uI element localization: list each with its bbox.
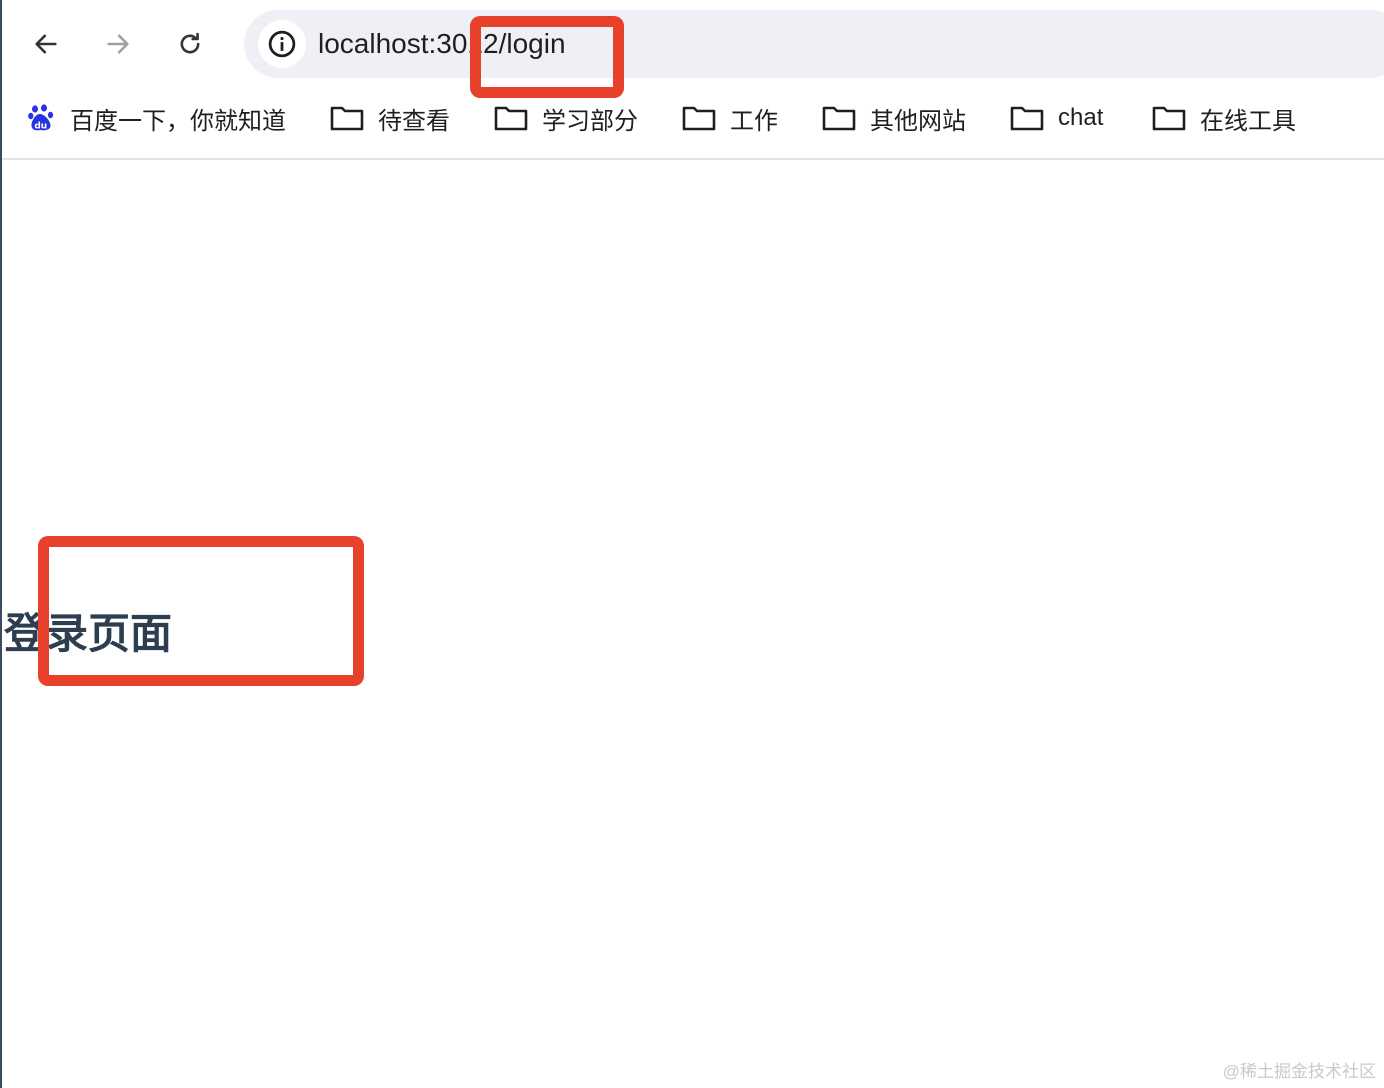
folder-icon [330, 105, 364, 131]
bookmark-label: 其他网站 [870, 107, 966, 135]
bookmark-folder-online-tools[interactable]: 在线工具 [1152, 88, 1296, 148]
folder-icon [822, 105, 856, 131]
address-bar[interactable]: localhost:3012/login [244, 10, 1384, 78]
heading-highlight-box [38, 536, 364, 686]
baidu-paw-icon: du [28, 104, 54, 132]
bookmark-folder-chat[interactable]: chat [1010, 88, 1103, 148]
folder-icon [1010, 105, 1044, 131]
bookmark-label: 学习部分 [542, 107, 638, 135]
browser-window: localhost:3012/login du 百度一下，你就知道 待查看 学习… [0, 0, 1384, 1088]
site-info-button[interactable] [258, 20, 306, 68]
info-icon [268, 30, 296, 58]
bookmark-label: 在线工具 [1200, 107, 1296, 135]
folder-icon [682, 105, 716, 131]
bookmark-label: 工作 [730, 107, 778, 135]
reload-icon [180, 32, 200, 54]
bookmark-label: 百度一下，你就知道 [70, 107, 286, 135]
arrow-right-icon [107, 34, 129, 54]
bookmark-folder-other-sites[interactable]: 其他网站 [822, 88, 966, 148]
forward-button[interactable] [96, 22, 140, 66]
svg-text:du: du [34, 122, 47, 132]
browser-toolbar: localhost:3012/login [2, 0, 1384, 88]
back-button[interactable] [24, 22, 68, 66]
arrow-left-icon [35, 34, 57, 54]
bookmark-baidu[interactable]: du 百度一下，你就知道 [28, 88, 286, 148]
bookmark-folder-work[interactable]: 工作 [682, 88, 778, 148]
bookmark-label: chat [1058, 104, 1104, 131]
folder-icon [494, 105, 528, 131]
reload-button[interactable] [168, 22, 212, 66]
window-edge [0, 0, 2, 1088]
folder-icon [1152, 105, 1186, 131]
bookmarks-bar: du 百度一下，你就知道 待查看 学习部分 工作 其他网站 chat 在线工具 [2, 88, 1384, 160]
url-highlight-box [470, 16, 624, 98]
bookmark-folder-to-view[interactable]: 待查看 [330, 88, 450, 148]
bookmark-label: 待查看 [378, 107, 450, 135]
watermark: @稀土掘金技术社区 [1222, 1062, 1376, 1081]
